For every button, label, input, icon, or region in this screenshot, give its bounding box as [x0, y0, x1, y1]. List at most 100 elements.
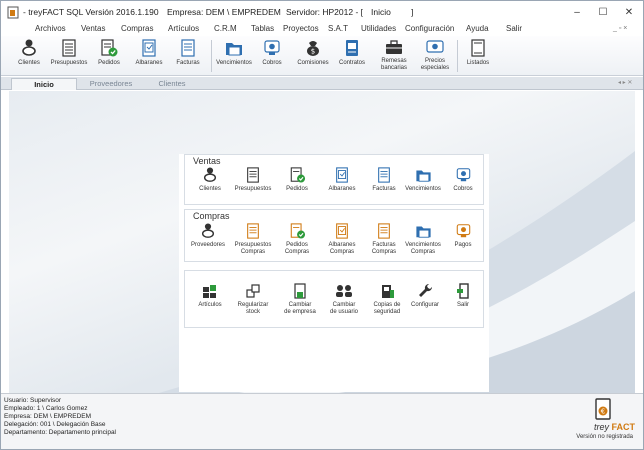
launcher-articulos-button[interactable]: Artículos	[195, 283, 225, 309]
launcher-clientes-button[interactable]: Clientes	[195, 167, 225, 193]
mdi-controls[interactable]: _ ▫ ×	[613, 25, 627, 32]
budget-icon	[62, 39, 76, 57]
ribbon-presupuestos-button[interactable]: Presupuestos	[47, 37, 91, 75]
status-departamento: Departamento: Departamento principal	[4, 429, 117, 436]
launcher-albaranes-compras-button[interactable]: Albaranes Compras	[325, 223, 359, 256]
ribbon-albaranes-button[interactable]: Albaranes	[131, 37, 167, 75]
menu-proyectos[interactable]: Proyectos	[283, 24, 319, 33]
ribbon-cobros-button[interactable]: Cobros	[257, 37, 287, 75]
menu-configuracion[interactable]: Configuración	[405, 24, 454, 33]
launcher-salir-button[interactable]: Salir	[449, 283, 477, 309]
status-delegacion: Delegación: 001 \ Delegación Base	[4, 421, 106, 428]
ribbon-label: Facturas	[176, 60, 200, 66]
launcher-label: Cambiar de empresa	[284, 302, 316, 315]
svg-text:$: $	[311, 48, 315, 56]
adjust-stock-icon	[246, 284, 260, 298]
clients-icon	[22, 39, 36, 56]
launcher-vencimientos-compras-button[interactable]: Vencimientos Compras	[403, 223, 443, 256]
launcher-label: Pagos	[454, 242, 472, 248]
launcher-pedidos-compras-button[interactable]: Pedidos Compras	[281, 223, 313, 256]
change-company-icon	[294, 283, 306, 299]
title-bar: - treyFACT SQL Versión 2016.1.190 Empres…	[1, 1, 643, 23]
launcher-vencimientos-button[interactable]: Vencimientos	[403, 167, 443, 193]
launcher-label: Artículos	[198, 302, 222, 308]
maximize-button[interactable]: ☐	[591, 4, 615, 20]
ribbon-contratos-button[interactable]: Contratos	[335, 37, 369, 75]
launcher-regularizar-button[interactable]: Regularizar stock	[233, 283, 273, 316]
ribbon-vencimientos-button[interactable]: Vencimientos	[215, 37, 253, 75]
ribbon-label: Cobros	[262, 60, 282, 66]
exit-icon	[457, 283, 469, 299]
delivery-note-icon	[336, 167, 348, 183]
collections-icon	[264, 40, 280, 55]
registration-note: Versión no registrada	[576, 434, 633, 440]
app-window: - treyFACT SQL Versión 2016.1.190 Empres…	[0, 0, 644, 450]
launcher-facturas-compras-button[interactable]: Facturas Compras	[367, 223, 401, 256]
brand-name: trey FACT	[593, 422, 635, 432]
launcher-configurar-button[interactable]: Configurar	[407, 283, 443, 309]
tab-inicio[interactable]: Inicio	[11, 78, 77, 90]
ribbon-clientes-button[interactable]: Clientes	[11, 37, 47, 75]
launcher-label: Regularizar stock	[237, 302, 269, 315]
invoice-icon	[181, 39, 195, 57]
ribbon-precios-button[interactable]: Precios especiales	[415, 37, 455, 75]
ribbon-separator	[211, 40, 212, 72]
launcher-label: Salir	[456, 302, 469, 308]
menu-ayuda[interactable]: Ayuda	[466, 24, 489, 33]
menu-salir[interactable]: Salir	[506, 24, 522, 33]
launcher-label: Facturas	[372, 186, 396, 192]
ribbon-label: Remesas bancarias	[380, 58, 407, 71]
launcher-label: Vencimientos	[405, 186, 441, 192]
ribbon-label: Vencimientos	[216, 60, 252, 66]
tab-clientes[interactable]: Clientes	[145, 78, 199, 90]
launcher-label: Albaranes	[328, 186, 356, 192]
ribbon-facturas-button[interactable]: Facturas	[171, 37, 205, 75]
launcher-label: Vencimientos Compras	[405, 242, 441, 255]
company-title: Empresa: DEM \ EMPREDEM	[167, 7, 281, 17]
contracts-icon	[346, 40, 358, 56]
menu-bar: Archivos Ventas Compras Artículos C.R.M …	[1, 23, 643, 36]
menu-sat[interactable]: S.A.T	[328, 24, 348, 33]
menu-compras[interactable]: Compras	[121, 24, 153, 33]
launcher-cambiar-empresa-button[interactable]: Cambiar de empresa	[279, 283, 321, 316]
group-compras: Compras Proveedores Presupuestos Compras…	[184, 209, 484, 262]
invoice-icon	[378, 167, 390, 183]
launcher-pedidos-button[interactable]: Pedidos	[281, 167, 313, 193]
minimize-button[interactable]: –	[565, 4, 589, 20]
launcher-albaranes-button[interactable]: Albaranes	[325, 167, 359, 193]
menu-crm[interactable]: C.R.M	[214, 24, 237, 33]
orders-icon	[290, 167, 305, 183]
clients-icon	[203, 167, 217, 182]
group-title-compras: Compras	[193, 211, 230, 221]
budget-icon	[247, 223, 259, 239]
payments-icon	[456, 224, 470, 238]
launcher-pagos-button[interactable]: Pagos	[449, 223, 477, 249]
orders-icon	[101, 39, 118, 57]
listings-icon	[471, 39, 485, 57]
menu-utilidades[interactable]: Utilidades	[361, 24, 396, 33]
ribbon-remesas-button[interactable]: Remesas bancarias	[375, 37, 413, 75]
launcher-cambiar-usuario-button[interactable]: Cambiar de usuario	[325, 283, 363, 316]
menu-archivos[interactable]: Archivos	[35, 24, 66, 33]
launcher-facturas-button[interactable]: Facturas	[369, 167, 399, 193]
due-dates-icon	[226, 43, 242, 56]
menu-tablas[interactable]: Tablas	[251, 24, 274, 33]
close-button[interactable]: ✕	[617, 4, 641, 20]
launcher-presupuestos-button[interactable]: Presupuestos	[233, 167, 273, 193]
launcher-label: Pedidos Compras	[284, 242, 310, 255]
launcher-presupuestos-compras-button[interactable]: Presupuestos Compras	[233, 223, 273, 256]
tab-proveedores[interactable]: Proveedores	[81, 78, 141, 90]
ribbon-comisiones-button[interactable]: $ Comisiones	[293, 37, 333, 75]
ribbon-pedidos-button[interactable]: Pedidos	[93, 37, 125, 75]
launcher-proveedores-button[interactable]: Proveedores	[189, 223, 227, 249]
status-empresa: Empresa: DEM \ EMPREDEM	[4, 413, 92, 420]
ribbon-listados-button[interactable]: Listados	[461, 37, 495, 75]
launcher-copias-button[interactable]: Copias de seguridad	[367, 283, 407, 316]
launcher-label: Cobros	[453, 186, 473, 192]
workspace: Ventas Clientes Presupuestos Pedidos Alb…	[9, 91, 635, 393]
launcher-cobros-button[interactable]: Cobros	[449, 167, 477, 193]
tab-navigation[interactable]: ◂ ▸ ✕	[618, 79, 632, 86]
menu-articulos[interactable]: Artículos	[168, 24, 199, 33]
toolbar-ribbon: Clientes Presupuestos Pedidos Albaranes …	[1, 36, 643, 76]
menu-ventas[interactable]: Ventas	[81, 24, 105, 33]
